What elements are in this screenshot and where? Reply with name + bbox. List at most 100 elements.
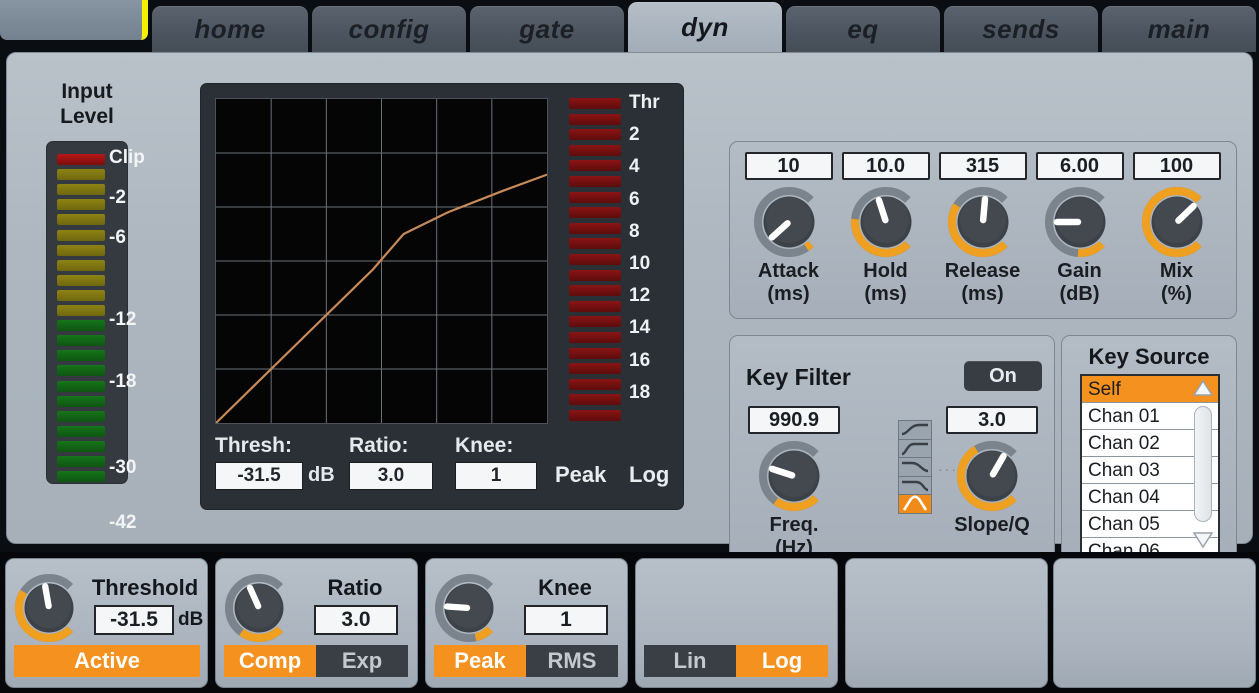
gain-knob[interactable] [1044,186,1116,258]
toggle-active[interactable]: Active [14,645,200,677]
gain-value-readout[interactable]: 6.00 [1036,152,1124,180]
toggle-lin[interactable]: Lin [644,645,736,677]
input-meter-segment [57,275,105,286]
bottom-toggle-group-3: PeakRMS [434,645,618,677]
gr-meter-scale-label: 12 [629,285,650,307]
release-value-readout[interactable]: 315 [939,152,1027,180]
tab-sends[interactable]: sends [944,6,1098,52]
tab-label: eq [847,14,878,45]
input-level-title: Input Level [37,79,137,129]
ratio-bottom-label: Ratio [296,575,414,601]
filter-type-bandpass-icon[interactable] [899,495,931,514]
key-source-scrollbar[interactable] [1190,378,1216,550]
key-filter-freq-readout[interactable]: 990.9 [748,406,840,434]
key-filter-freq-knob[interactable] [758,440,830,512]
tab-label: main [1148,14,1211,45]
knee-bottom-knob[interactable] [434,573,504,643]
thresh-readout[interactable]: -31.5 [215,462,303,490]
input-meter-segment [57,230,105,241]
channel-strip-corner [0,0,148,40]
tab-gate[interactable]: gate [470,6,624,52]
attack-value-readout[interactable]: 10 [745,152,833,180]
input-level-title-line2: Level [37,104,137,129]
key-filter-slope-knob[interactable] [956,440,1028,512]
knee-bottom-value[interactable]: 1 [524,605,608,635]
tab-eq[interactable]: eq [786,6,940,52]
tab-home[interactable]: home [152,6,308,52]
toggle-log[interactable]: Log [736,645,828,677]
input-meter-segment [57,260,105,271]
attack-knob[interactable] [753,186,825,258]
toggle-peak[interactable]: Peak [434,645,526,677]
bottom-slot-6[interactable] [1053,558,1256,688]
threshold-bottom-value[interactable]: -31.5 [94,605,174,635]
bottom-slot-5[interactable] [845,558,1048,688]
filter-type-lowcut-shelf-icon[interactable] [899,421,931,440]
hold-value-readout[interactable]: 10.0 [842,152,930,180]
hold-knob[interactable] [850,186,922,258]
input-meter-scale-label: -6 [109,227,126,249]
bottom-slot-3[interactable]: Knee1PeakRMS [425,558,628,688]
scroll-down-arrow-icon[interactable] [1192,530,1214,550]
gr-meter-segment [569,363,621,374]
input-meter-segment [57,381,105,392]
knob-unit: (ms) [838,283,933,306]
graph-readouts: Thresh: -31.5 dB Ratio: 3.0 Knee: 1 Peak… [215,434,673,498]
toggle-exp[interactable]: Exp [316,645,408,677]
mix-knob[interactable] [1141,186,1213,258]
key-filter-slope-readout[interactable]: 3.0 [946,406,1038,434]
gr-meter-scale-label: 16 [629,350,650,372]
knob-cell-hold: 10.0 Hold(ms) [838,152,933,306]
tab-main[interactable]: main [1102,6,1256,52]
key-filter-type-selector[interactable] [898,420,932,514]
knob-name: Hold [838,260,933,283]
key-filter-slope-control: 3.0 Slope/Q [942,406,1042,537]
ratio-bottom-value[interactable]: 3.0 [314,605,398,635]
scroll-up-arrow-icon[interactable] [1192,378,1214,398]
input-meter-scale-label: Clip [109,147,145,169]
tab-label: home [194,14,265,45]
release-knob[interactable] [947,186,1019,258]
scale-mode-label[interactable]: Log [629,462,669,488]
input-meter-segment [57,199,105,210]
knob-unit: (ms) [741,283,836,306]
knob-unit: (dB) [1032,283,1127,306]
dyn-main-panel: Input Level Clip-2-6-12-18-30-42-60 Thr2… [6,52,1253,544]
filter-type-lowcut-steep-icon[interactable] [899,440,931,459]
knob-cell-attack: 10 Attack(ms) [741,152,836,306]
knob-cell-mix: 100Mix(%) [1129,152,1224,306]
transfer-curve-plot[interactable] [215,98,548,424]
key-source-list[interactable]: SelfChan 01Chan 02Chan 03Chan 04Chan 05C… [1080,374,1220,554]
tab-config[interactable]: config [312,6,466,52]
toggle-rms[interactable]: RMS [526,645,618,677]
tab-dyn[interactable]: dyn [628,2,782,52]
gr-meter-segment [569,254,621,265]
bottom-toggle-group-1: Active [14,645,200,677]
filter-type-highcut-shelf-icon[interactable] [899,458,931,477]
gr-meter-segment [569,332,621,343]
knob-name: Gain [1032,260,1127,283]
knob-cell-gain: 6.00 Gain(dB) [1032,152,1127,306]
gr-meter-segment [569,207,621,218]
key-source-scroll-thumb[interactable] [1194,406,1212,522]
detector-mode-label[interactable]: Peak [555,462,606,488]
thresh-label: Thresh: [215,434,292,458]
bottom-slot-1[interactable]: Threshold-31.5dBActive [5,558,208,688]
knee-readout[interactable]: 1 [455,462,537,490]
tab-label: sends [982,14,1060,45]
ratio-label: Ratio: [349,434,409,458]
input-meter-segment [57,184,105,195]
ratio-readout[interactable]: 3.0 [349,462,433,490]
input-meter-segment [57,335,105,346]
ratio-bottom-knob[interactable] [224,573,294,643]
input-meter-segment [57,456,105,467]
mix-value-readout[interactable]: 100 [1133,152,1221,180]
toggle-comp[interactable]: Comp [224,645,316,677]
key-filter-on-button[interactable]: On [964,361,1042,391]
attack-label: Attack(ms) [741,260,836,306]
threshold-bottom-knob[interactable] [14,573,84,643]
hold-label: Hold(ms) [838,260,933,306]
bottom-slot-4[interactable]: LinLog [635,558,838,688]
bottom-slot-2[interactable]: Ratio 3.0 CompExp [215,558,418,688]
filter-type-highcut-steep-icon[interactable] [899,477,931,496]
